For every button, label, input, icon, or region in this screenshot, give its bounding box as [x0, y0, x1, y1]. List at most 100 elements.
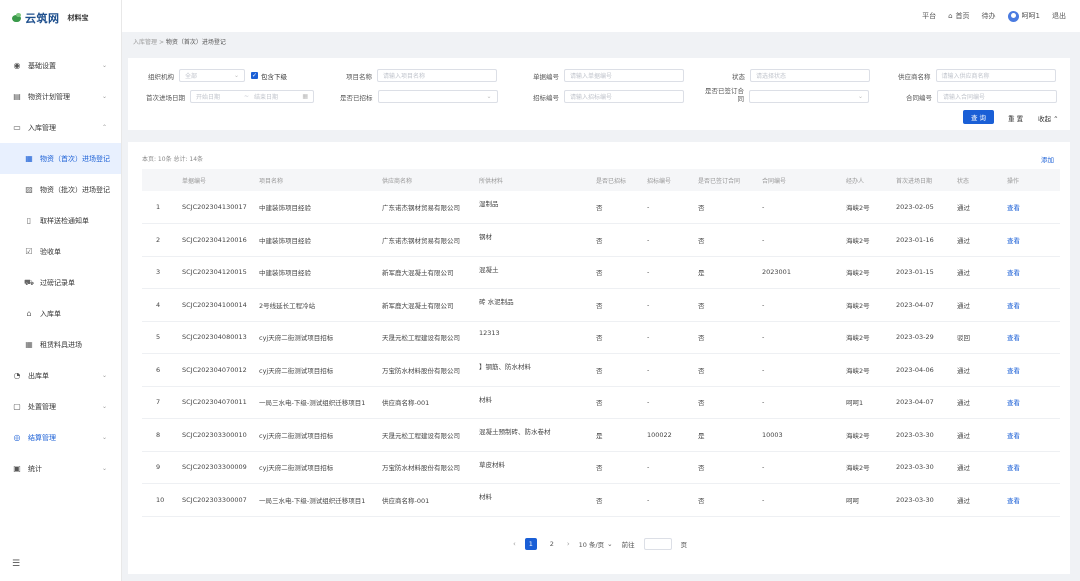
col-contract-no-cell: - — [762, 495, 765, 504]
project-label: 项目名称 — [346, 72, 372, 81]
view-link[interactable]: 查看 — [1001, 191, 1060, 224]
col-contract-signed-cell: 是 — [698, 431, 705, 440]
table-row: 6 SCJC202304070012 cyj天府二街测试项目招标 万宝防水材料股份有限… — [142, 354, 1060, 387]
col-bid-cell: 否 — [596, 204, 603, 212]
prev-page-button[interactable]: ‹ — [513, 540, 516, 548]
col-project-cell: cyj天府二街测试项目招标 — [259, 431, 334, 440]
next-page-button[interactable]: › — [567, 540, 570, 548]
collapse-button[interactable]: 收起 ⌃ — [1038, 113, 1059, 123]
col-date-cell: 2023-04-07 — [896, 300, 934, 309]
col-date-cell: 2023-03-30 — [896, 495, 934, 504]
col-action-header: 操作 — [1007, 177, 1020, 185]
breadcrumb-parent[interactable]: 入库管理 — [133, 39, 157, 46]
view-link[interactable]: 查看 — [1001, 354, 1060, 387]
submenu-item-label: 物资（批次）进场登记 — [40, 185, 110, 194]
col-index-cell: 1 — [156, 203, 161, 211]
col-material-cell: 】钢筋、防水材料 — [479, 363, 531, 371]
add-button[interactable]: 添加 — [1041, 154, 1054, 164]
view-link[interactable]: 查看 — [1001, 256, 1060, 289]
col-doc-no-cell: SCJC202304080013 — [182, 333, 247, 342]
date-range-picker[interactable]: 开始日期 ~ 结束日期 ▦ — [190, 90, 314, 103]
col-project-cell: cyj天府二街测试项目招标 — [259, 464, 334, 473]
col-material-cell: 砖 水泥制品 — [479, 298, 514, 306]
jump-page-input[interactable] — [643, 538, 672, 550]
warehouse-icon: ⌂ — [26, 309, 32, 318]
col-bid-cell: 否 — [596, 301, 603, 310]
sidebar-item-outbound[interactable]: ◔ 出库单 ⌄ — [0, 360, 121, 391]
col-supplier-cell: 天晟元松工程建设有限公司 — [382, 431, 460, 440]
contract-no-input[interactable]: 请输入合同编号 — [937, 90, 1057, 103]
col-date-cell: 2023-03-30 — [896, 430, 934, 439]
bid-select[interactable]: ⌄ — [377, 90, 498, 103]
col-date-cell: 2023-03-29 — [896, 333, 934, 342]
view-link[interactable]: 查看 — [1001, 484, 1060, 517]
submenu-item-batch-entry[interactable]: ▨ 物资（批次）进场登记 — [0, 174, 121, 205]
view-link[interactable]: 查看 — [1001, 224, 1060, 257]
sidebar-item-label: 结算管理 — [28, 433, 56, 442]
user-menu[interactable]: 呵呵1 — [1007, 10, 1040, 22]
sidebar-item-material-plan[interactable]: ▤ 物资计划管理 ⌄ — [0, 81, 121, 112]
table-row: 5 SCJC202304080013 cyj天府二街测试项目招标 天晟元松工程建设有限… — [142, 321, 1060, 354]
submenu-item-rental[interactable]: ▦ 租赁料具进场 — [0, 329, 121, 360]
col-material-cell: 湿制品 — [479, 200, 499, 208]
submenu-item-sampling[interactable]: ▯ 取样送检通知单 — [0, 205, 121, 236]
view-link[interactable]: 查看 — [1001, 451, 1060, 484]
supplier-input[interactable]: 请输入供应商名称 — [935, 69, 1056, 82]
page-2-button[interactable]: 2 — [546, 538, 558, 550]
col-doc-no-cell: SCJC202303300009 — [182, 463, 247, 472]
col-contract-no-cell: - — [762, 463, 765, 472]
page-size-value: 10 条/页 — [578, 541, 605, 549]
search-button[interactable]: 查 询 — [963, 110, 994, 124]
submenu-item-weighing[interactable]: ⛟ 过磅记录单 — [0, 267, 121, 298]
col-project-cell: 2号线延长工程冷站 — [259, 301, 316, 310]
submenu-item-label: 租赁料具进场 — [40, 340, 82, 349]
sidebar-item-label: 基础设置 — [28, 61, 56, 70]
col-contract-signed-cell: 否 — [698, 366, 705, 375]
todo-link[interactable]: 待办 — [982, 11, 996, 21]
view-link[interactable]: 查看 — [1001, 386, 1060, 419]
col-contract-signed-cell: 是 — [698, 269, 705, 278]
project-input[interactable]: 请输入项目名称 — [377, 69, 497, 82]
sidebar-item-stats[interactable]: ▣ 统计 ⌄ — [0, 453, 121, 484]
submenu-item-inbound-order[interactable]: ⌂ 入库单 — [0, 298, 121, 329]
sidebar-item-settlement[interactable]: ◎ 结算管理 ⌄ — [0, 422, 121, 453]
sidebar-item-disposal[interactable]: ▢ 处置管理 ⌄ — [0, 391, 121, 422]
chevron-up-icon: ⌃ — [1053, 115, 1059, 123]
view-link[interactable]: 查看 — [1001, 419, 1060, 452]
org-select[interactable]: 全部 ⌄ — [179, 69, 245, 82]
submenu-item-acceptance[interactable]: ☑ 验收单 — [0, 236, 121, 267]
status-select[interactable]: 请选择状态 — [750, 69, 870, 82]
brand-name: 云筑网 — [25, 12, 60, 25]
date-label: 首次进场日期 — [146, 93, 185, 102]
chevron-down-icon: ⌄ — [101, 93, 107, 100]
status-placeholder: 请选择状态 — [756, 73, 787, 80]
view-link[interactable]: 查看 — [1001, 321, 1060, 354]
view-link[interactable]: 查看 — [1001, 289, 1060, 322]
page-1-button[interactable]: 1 — [524, 538, 537, 550]
col-bid-cell: 否 — [596, 269, 603, 278]
home-link[interactable]: ⌂ 首页 — [948, 11, 969, 21]
contract-signed-field: 是否已签订合同 ⌄ — [704, 87, 869, 103]
col-material-header: 所供材料 — [479, 177, 504, 185]
platform-link[interactable]: 平台 — [922, 11, 936, 21]
sidebar-item-basic-settings[interactable]: ◉ 基础设置 ⌄ — [0, 50, 121, 81]
col-handler-header: 经办人 — [846, 177, 865, 185]
sidebar-item-inbound[interactable]: ▭ 入库管理 ⌃ — [0, 112, 121, 143]
menu-collapse-icon[interactable]: ☰ — [12, 559, 20, 569]
record-count: 本页: 10条 总计: 14条 — [142, 156, 204, 163]
doc-input[interactable]: 请输入单据编号 — [564, 69, 684, 82]
col-contract-signed-header: 是否已签订合同 — [698, 177, 741, 185]
bid-no-input[interactable]: 请输入招标编号 — [564, 90, 684, 103]
col-contract-signed-cell: 否 — [698, 236, 705, 245]
contract-signed-select[interactable]: ⌄ — [749, 90, 869, 103]
project-field: 项目名称 请输入项目名称 — [346, 69, 497, 82]
reset-button[interactable]: 重 置 — [1008, 113, 1023, 123]
filter-panel: 组织机构 全部 ⌄ ✓ 包含下级 项目名称 请输入项目名称 单据编号 请输入单据… — [128, 58, 1070, 130]
include-sub-checkbox[interactable]: ✓ — [251, 72, 258, 79]
col-date-cell: 2023-02-05 — [896, 203, 934, 211]
submenu-item-first-entry[interactable]: ▦ 物资（首次）进场登记 — [0, 143, 121, 174]
col-material-cell: 钢材 — [479, 233, 492, 241]
table-body: 1 SCJC202304130017 中建装饰项目经验 广东诺杰钢材贸易有限公司 湿制品… — [142, 191, 1060, 516]
page-size-select[interactable]: 10 条/页 ⌄ — [579, 539, 613, 549]
logout-link[interactable]: 退出 — [1052, 11, 1066, 21]
